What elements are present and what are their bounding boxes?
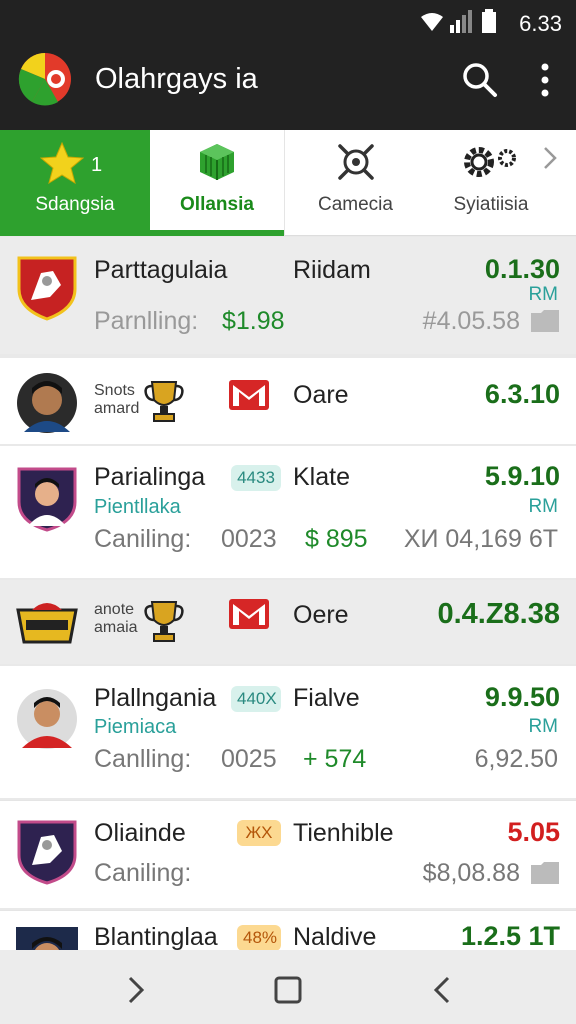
score-value: 5.9.10: [484, 461, 560, 491]
tab-label: Sdangsia: [35, 194, 115, 215]
opponent-name: Tienhible: [293, 819, 394, 847]
team-name: Parialinga: [94, 463, 206, 491]
tab-label: Ollansia: [180, 194, 254, 215]
status-bar: 6.33: [0, 0, 576, 44]
team-name: Blantinglaa: [94, 923, 218, 950]
small-caption-1: Snots: [94, 382, 135, 399]
currency-unit: RM: [528, 496, 558, 517]
caption-label: Caniling:: [94, 525, 192, 553]
number-value: 0025: [221, 745, 277, 773]
opponent-name: Fialve: [293, 684, 360, 712]
cube-icon: [200, 144, 234, 180]
extra-value: XИ 04,169 6T: [403, 525, 558, 553]
score-value: 0.1.30: [484, 254, 560, 284]
folder-icon[interactable]: [530, 861, 560, 885]
tab-bar: 1 Sdangsia Ollansia Camecia Syiatiisia: [0, 130, 576, 236]
player-avatar: [17, 373, 77, 433]
team-name: Plallngania: [94, 684, 217, 712]
forward-nav-icon[interactable]: [118, 972, 154, 1008]
price-value: $ 895: [305, 525, 368, 553]
opponent-name: Riidam: [293, 256, 371, 284]
extra-value: 6,92.50: [474, 745, 558, 773]
gear-icon: [464, 147, 516, 177]
star-icon: [40, 142, 84, 184]
currency-unit: RM: [528, 716, 558, 737]
chevron-right-icon[interactable]: [540, 144, 560, 172]
team-crest-icon: [17, 256, 77, 321]
opponent-name: Klate: [293, 463, 350, 491]
mail-icon[interactable]: [228, 379, 270, 411]
system-nav-bar: [0, 950, 576, 1024]
score-value: 5.05: [507, 817, 560, 847]
number-value: 0023: [221, 525, 277, 553]
price-value: $1.98: [222, 307, 285, 335]
list-item[interactable]: Blantinglaa 48% Naldive 1.2.5 1T: [0, 910, 576, 950]
stat-pill: ЖX: [237, 820, 281, 846]
team-name: Parttagulaia: [94, 256, 228, 284]
target-icon: [337, 144, 374, 180]
price-value: + 574: [303, 745, 367, 773]
player-avatar: [17, 467, 77, 532]
opponent-name: Oare: [293, 381, 349, 409]
tab-label: Camecia: [318, 194, 393, 215]
more-options-icon[interactable]: [530, 62, 560, 98]
caption-label: Canlling:: [94, 745, 192, 773]
trophy-icon: [144, 601, 184, 642]
score-value: 6.3.10: [484, 379, 560, 409]
list-item[interactable]: Snots amard Oare 6.3.10: [0, 358, 576, 444]
score-value: 1.2.5 1T: [460, 921, 560, 950]
subtitle-label: Pientllaka: [94, 496, 181, 518]
status-time: 6.33: [519, 11, 562, 36]
wifi-icon: [421, 13, 443, 31]
search-icon[interactable]: [462, 62, 498, 98]
list-item[interactable]: anote amaia Oere 0.4.Z8.38: [0, 580, 576, 664]
tab-ollansia[interactable]: Ollansia: [150, 130, 284, 236]
player-avatar: [16, 927, 78, 950]
status-icons: [420, 9, 496, 33]
caption-label: Parnlling:: [94, 307, 199, 335]
tab-label: Syiatiisia: [453, 194, 529, 215]
extra-value: #4.05.58: [422, 307, 520, 335]
caption-label: Caniling:: [94, 859, 192, 887]
tab-count: 1: [91, 154, 103, 176]
team-name: Oliainde: [94, 819, 186, 847]
app-logo-icon: [18, 53, 71, 106]
team-crest-icon: [16, 603, 78, 644]
extra-value: $8,08.88: [422, 859, 520, 887]
mail-icon[interactable]: [228, 598, 270, 630]
battery-icon: [482, 9, 496, 33]
small-caption-2: amard: [94, 400, 140, 417]
list-item[interactable]: Parttagulaia Riidam 0.1.30 RM Parnlling:…: [0, 237, 576, 354]
stat-pill: 4433: [231, 465, 281, 491]
tab-camecia[interactable]: Camecia: [284, 130, 426, 236]
score-value: 0.4.Z8.38: [437, 598, 560, 630]
tab-sdangsia[interactable]: 1 Sdangsia: [0, 130, 150, 236]
team-crest-icon: [17, 820, 77, 885]
folder-icon[interactable]: [530, 309, 560, 333]
stat-pill: 48%: [237, 925, 281, 950]
currency-unit: RM: [528, 284, 558, 305]
score-value: 9.9.50: [484, 682, 560, 712]
small-caption-1: anote: [94, 601, 135, 618]
trophy-icon: [144, 381, 184, 422]
app-bar: Olahrgays ia: [0, 44, 576, 130]
list-item[interactable]: Parialinga 4433 Klate 5.9.10 Pientllaka …: [0, 446, 576, 578]
stat-pill: 440X: [231, 686, 281, 712]
small-caption-2: amaia: [94, 619, 138, 636]
list-item[interactable]: Oliainde ЖX Tienhible 5.05 Caniling: $8,…: [0, 800, 576, 908]
tab-syiatiisia[interactable]: Syiatiisia: [426, 130, 556, 236]
subtitle-label: Piemiaca: [94, 716, 177, 738]
back-nav-icon[interactable]: [424, 972, 460, 1008]
list-item[interactable]: Plallngania 440X Fialve 9.9.50 Piemiaca …: [0, 666, 576, 798]
signal-icon: [450, 10, 472, 33]
home-square-icon[interactable]: [270, 972, 306, 1008]
opponent-name: Oere: [293, 601, 349, 629]
opponent-name: Naldive: [293, 923, 377, 950]
player-avatar: [17, 689, 77, 749]
app-title: Olahrgays ia: [95, 63, 258, 95]
